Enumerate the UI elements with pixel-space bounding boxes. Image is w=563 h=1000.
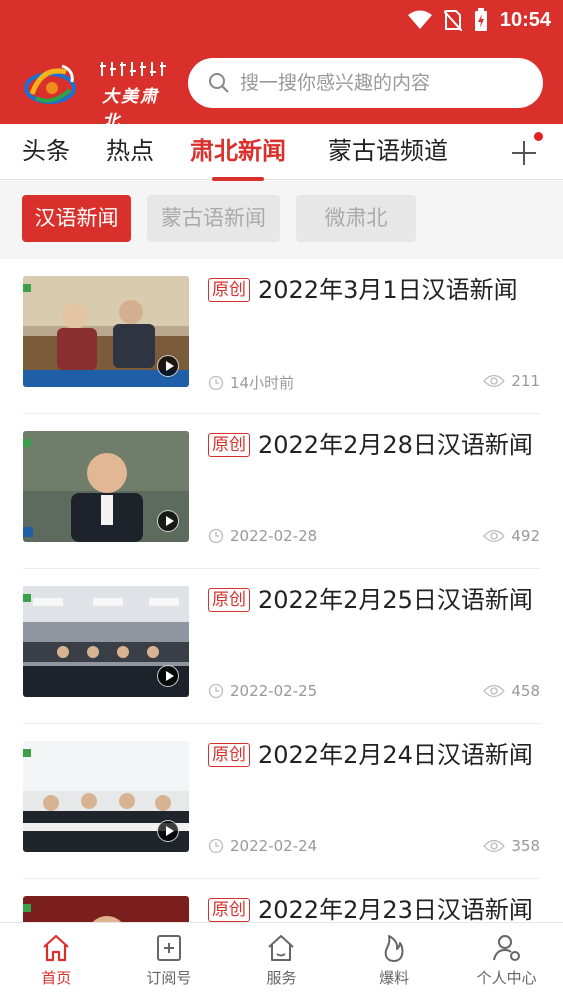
news-time-text: 2022-02-28 <box>230 527 318 545</box>
news-title-text: 2022年2月23日汉语新闻 <box>258 896 533 924</box>
app-logo[interactable]: 大美肃北 <box>22 58 168 132</box>
eye-icon <box>483 684 506 698</box>
clock-icon <box>208 375 224 390</box>
news-title-text: 2022年2月28日汉语新闻 <box>258 431 533 459</box>
search-box[interactable] <box>188 58 543 108</box>
news-views: 458 <box>483 682 540 700</box>
eye-icon <box>483 529 506 543</box>
news-item[interactable]: 原创 2022年3月1日汉语新闻 14小时前 211 <box>23 259 540 414</box>
nav-subscribe[interactable]: 订阅号 <box>113 923 226 1000</box>
add-channel-icon[interactable] <box>509 138 539 168</box>
nav-home-label: 首页 <box>41 969 72 987</box>
news-time-text: 2022-02-25 <box>230 682 318 700</box>
eye-icon <box>483 839 506 853</box>
clock-icon <box>208 528 224 544</box>
channel-tab-subei-news[interactable]: 肃北新闻 <box>190 132 286 181</box>
search-input[interactable] <box>240 72 530 94</box>
news-title[interactable]: 原创 2022年3月1日汉语新闻 <box>208 273 543 308</box>
news-title[interactable]: 原创 2022年2月24日汉语新闻 <box>208 738 543 773</box>
news-time-text: 14小时前 <box>230 374 295 392</box>
original-tag: 原创 <box>208 743 250 767</box>
news-title[interactable]: 原创 2022年2月28日汉语新闻 <box>208 428 543 463</box>
original-tag: 原创 <box>208 433 250 457</box>
news-title-text: 2022年2月24日汉语新闻 <box>258 741 533 769</box>
news-views-count: 492 <box>511 527 540 545</box>
clock-icon <box>208 838 224 854</box>
sub-tabs: 汉语新闻 蒙古语新闻 微肃北 <box>0 181 563 259</box>
original-tag: 原创 <box>208 898 250 922</box>
mongolian-script-logo <box>100 62 166 76</box>
news-thumbnail <box>23 741 189 852</box>
nav-tip-off-label: 爆料 <box>379 969 410 987</box>
play-icon[interactable] <box>157 355 179 377</box>
news-item[interactable]: 原创 2022年2月25日汉语新闻 2022-02-25 458 <box>23 569 540 724</box>
news-thumbnail <box>23 431 189 542</box>
news-views: 358 <box>483 837 540 855</box>
search-icon <box>209 73 229 93</box>
service-icon <box>268 935 295 961</box>
news-time: 14小时前 <box>208 372 294 393</box>
news-list: 原创 2022年3月1日汉语新闻 14小时前 211 原创 2022年2月28日… <box>0 259 563 1000</box>
news-views: 211 <box>483 372 540 390</box>
notification-dot <box>534 132 543 141</box>
play-icon[interactable] <box>157 820 179 842</box>
news-time: 2022-02-25 <box>208 682 317 700</box>
subtab-mongolian-news[interactable]: 蒙古语新闻 <box>147 195 280 242</box>
news-views-count: 458 <box>511 682 540 700</box>
status-time: 10:54 <box>499 8 551 31</box>
news-item[interactable]: 原创 2022年2月24日汉语新闻 2022-02-24 358 <box>23 724 540 879</box>
news-thumbnail <box>23 276 189 387</box>
subscribe-icon <box>156 935 181 961</box>
nav-service[interactable]: 服务 <box>225 923 338 1000</box>
fire-icon <box>384 935 404 962</box>
news-views: 492 <box>483 527 540 545</box>
news-title-text: 2022年2月25日汉语新闻 <box>258 586 533 614</box>
news-thumbnail <box>23 586 189 697</box>
battery-charging-icon <box>474 8 487 31</box>
app-screen: 10:54 大美肃北 头条 热点 肃北新闻 蒙古语频道 <box>0 0 563 1000</box>
original-tag: 原创 <box>208 278 250 302</box>
home-icon <box>43 934 70 962</box>
channel-tab-toutiao[interactable]: 头条 <box>22 132 70 178</box>
play-icon[interactable] <box>157 665 179 687</box>
logo-emblem-icon <box>24 64 76 104</box>
news-views-count: 211 <box>511 372 540 390</box>
eye-icon <box>483 374 506 388</box>
wifi-icon <box>407 10 432 29</box>
top-header: 10:54 大美肃北 <box>0 0 563 132</box>
nav-profile-label: 个人中心 <box>476 969 537 987</box>
news-title-text: 2022年3月1日汉语新闻 <box>258 276 518 304</box>
nav-tip-off[interactable]: 爆料 <box>338 923 451 1000</box>
nav-subscribe-label: 订阅号 <box>146 969 192 987</box>
no-sim-icon <box>443 10 462 31</box>
news-time-text: 2022-02-24 <box>230 837 318 855</box>
clock-icon <box>208 683 224 699</box>
play-icon[interactable] <box>157 510 179 532</box>
nav-home[interactable]: 首页 <box>0 923 113 1000</box>
news-time: 2022-02-24 <box>208 837 317 855</box>
subtab-wei-subei[interactable]: 微肃北 <box>296 195 416 242</box>
channel-tab-hot[interactable]: 热点 <box>106 132 154 178</box>
news-item[interactable]: 原创 2022年2月28日汉语新闻 2022-02-28 492 <box>23 414 540 569</box>
news-title[interactable]: 原创 2022年2月25日汉语新闻 <box>208 583 543 618</box>
user-settings-icon <box>492 935 520 961</box>
channel-tabs: 头条 热点 肃北新闻 蒙古语频道 <box>0 124 563 181</box>
news-views-count: 358 <box>511 837 540 855</box>
original-tag: 原创 <box>208 588 250 612</box>
subtab-chinese-news[interactable]: 汉语新闻 <box>22 195 131 242</box>
news-time: 2022-02-28 <box>208 527 317 545</box>
nav-service-label: 服务 <box>266 969 297 987</box>
nav-profile[interactable]: 个人中心 <box>450 923 563 1000</box>
bottom-nav: 首页 订阅号 服务 爆料 个人中心 <box>0 922 563 1000</box>
channel-tab-mongolian[interactable]: 蒙古语频道 <box>328 132 448 178</box>
status-bar: 10:54 <box>407 6 551 34</box>
